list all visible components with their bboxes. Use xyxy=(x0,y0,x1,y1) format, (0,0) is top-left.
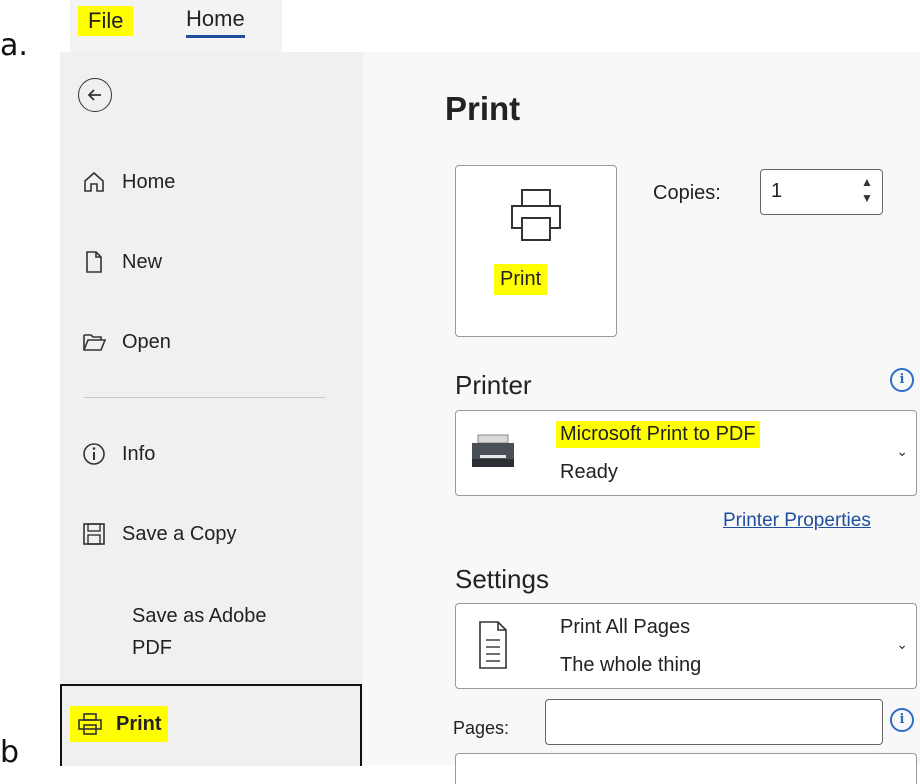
label-a: a. xyxy=(0,28,28,63)
pages-label: Pages: xyxy=(453,718,510,738)
print-button-label: Print xyxy=(494,264,548,295)
printer-dropdown[interactable]: Microsoft Print to PDF Ready ⌄ xyxy=(455,410,917,496)
sidebar-item-save-as-adobe-pdf[interactable]: Save as Adobe PDF xyxy=(132,600,267,664)
home-icon xyxy=(80,168,108,196)
printer-section-label: Printer xyxy=(455,370,532,400)
printer-status: Ready xyxy=(560,461,618,483)
info-icon[interactable]: i xyxy=(890,708,914,732)
sidebar-item-info[interactable]: Info xyxy=(80,440,155,468)
print-pages-subtitle: The whole thing xyxy=(560,654,702,676)
tab-home-label: Home xyxy=(186,6,245,31)
printer-name: Microsoft Print to PDF xyxy=(556,421,760,448)
chevron-down-icon[interactable]: ▼ xyxy=(860,190,874,206)
sidebar-item-home[interactable]: Home xyxy=(80,168,175,196)
copies-spinner[interactable]: 1 ▲ ▼ xyxy=(760,169,883,215)
sidebar-item-label: Open xyxy=(122,330,171,353)
spinner-arrows[interactable]: ▲ ▼ xyxy=(860,174,874,206)
print-panel: Print Print Copies: 1 ▲ ▼ Printer i Micr… xyxy=(363,52,920,784)
info-icon xyxy=(80,440,108,468)
print-pages-dropdown[interactable]: Print All Pages The whole thing ⌄ xyxy=(455,603,917,689)
pages-input[interactable] xyxy=(545,699,883,745)
tab-home[interactable]: Home xyxy=(186,6,245,38)
save-icon xyxy=(80,520,108,548)
chevron-down-icon: ⌄ xyxy=(896,443,908,459)
info-icon[interactable]: i xyxy=(890,368,914,392)
copies-value: 1 xyxy=(771,180,783,202)
printer-device-icon xyxy=(472,434,514,467)
printer-icon xyxy=(511,189,561,241)
ribbon-tabs: File Home xyxy=(70,0,282,52)
sidebar-item-label-line1: Save as Adobe xyxy=(132,605,267,627)
chevron-up-icon[interactable]: ▲ xyxy=(860,174,874,190)
document-pages-icon xyxy=(479,621,507,669)
sidebar-item-label-line2: PDF xyxy=(132,637,172,659)
sidebar-item-print[interactable]: Print xyxy=(60,684,362,766)
sidebar-item-save-a-copy[interactable]: Save a Copy xyxy=(80,520,237,548)
sidebar-item-label: New xyxy=(122,250,163,273)
sidebar-item-print-highlight: Print xyxy=(70,706,168,742)
sidebar-item-label: Info xyxy=(122,442,156,465)
page-title: Print xyxy=(445,90,521,127)
tab-home-underline xyxy=(186,35,245,38)
copies-label: Copies: xyxy=(653,182,721,204)
sidebar-divider xyxy=(84,397,325,398)
print-sided-dropdown-partial[interactable] xyxy=(455,753,917,784)
back-button[interactable] xyxy=(78,78,112,112)
settings-section-label: Settings xyxy=(455,564,549,594)
folder-open-icon xyxy=(80,328,108,356)
sidebar-item-open[interactable]: Open xyxy=(80,328,171,356)
back-arrow-icon xyxy=(87,89,101,101)
printer-properties-link[interactable]: Printer Properties xyxy=(723,510,871,532)
sidebar-item-label: Home xyxy=(122,170,176,193)
sidebar-item-label: Print xyxy=(116,712,162,735)
print-button[interactable]: Print xyxy=(455,165,617,337)
printer-icon xyxy=(76,710,104,738)
tab-file[interactable]: File xyxy=(78,6,134,36)
chevron-down-icon: ⌄ xyxy=(896,636,908,652)
sidebar-item-label: Save a Copy xyxy=(122,522,237,545)
print-pages-title: Print All Pages xyxy=(560,616,691,638)
new-document-icon xyxy=(80,248,108,276)
sidebar-item-new[interactable]: New xyxy=(80,248,162,276)
backstage-sidebar: Home New Open Info Save a Copy Save as A… xyxy=(60,52,363,766)
